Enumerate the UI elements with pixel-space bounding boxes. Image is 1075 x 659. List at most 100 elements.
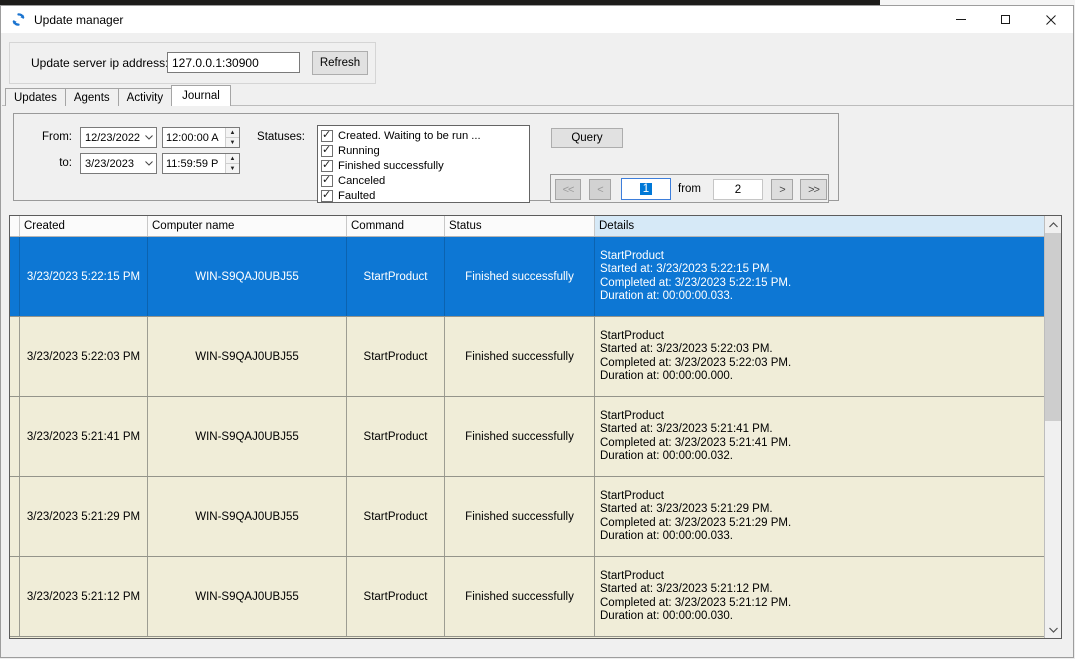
cell-command[interactable]: StartProduct [347,397,445,476]
details-line: Duration at: 00:00:00.033. [600,530,733,543]
refresh-button[interactable]: Refresh [312,51,368,75]
cell-created[interactable]: 3/23/2023 5:22:15 PM [20,237,148,316]
vertical-scrollbar[interactable] [1044,216,1061,638]
status-item-faulted[interactable]: ✓ Faulted [321,188,526,203]
table-row[interactable]: 3/23/2023 5:21:29 PM WIN-S9QAJ0UBJ55 Sta… [10,477,1044,557]
row-header-cell[interactable] [10,557,20,636]
tab-activity[interactable]: Activity [118,88,172,106]
from-date-picker[interactable]: 12/23/2022 [80,127,157,148]
window-title: Update manager [34,13,123,27]
checkbox-checked-icon[interactable]: ✓ [321,145,333,157]
details-line: Started at: 3/23/2023 5:22:03 PM. [600,343,773,356]
table-row[interactable]: 3/23/2023 5:21:41 PM WIN-S9QAJ0UBJ55 Sta… [10,397,1044,477]
column-header-details[interactable]: Details [595,216,1044,236]
cell-status[interactable]: Finished successfully [445,317,595,396]
next-page-button[interactable]: > [771,179,793,200]
tab-updates[interactable]: Updates [5,88,66,106]
checkmark-icon: ✓ [322,128,331,141]
column-header-status[interactable]: Status [445,216,595,236]
server-address-input[interactable] [167,52,300,73]
spin-down-icon[interactable]: ▼ [226,138,239,147]
status-item-created[interactable]: ✓ Created. Waiting to be run ... [321,128,526,143]
status-item-label: Faulted [338,190,375,202]
row-header-cell[interactable] [10,397,20,476]
row-header-cell[interactable] [10,237,20,316]
chevron-down-icon[interactable] [141,135,156,140]
details-line: StartProduct [600,330,664,343]
details-line: Completed at: 3/23/2023 5:21:12 PM. [600,597,791,610]
row-header-cell[interactable] [10,317,20,396]
spin-up-icon[interactable]: ▲ [226,128,239,138]
to-date-picker[interactable]: 3/23/2023 [80,153,157,174]
cell-details[interactable]: StartProduct Started at: 3/23/2023 5:21:… [595,477,1044,556]
checkmark-icon: ✓ [322,143,331,156]
scrollbar-thumb[interactable] [1045,233,1062,421]
last-page-button[interactable]: >> [800,179,827,200]
chevron-down-icon[interactable] [141,161,156,166]
maximize-button[interactable] [983,6,1028,33]
cell-details[interactable]: StartProduct Started at: 3/23/2023 5:22:… [595,237,1044,316]
cell-command[interactable]: StartProduct [347,317,445,396]
from-time-spinner[interactable]: 12:00:00 A ▲ ▼ [162,127,240,148]
cell-computer-name[interactable]: WIN-S9QAJ0UBJ55 [148,477,347,556]
column-header-computer-name[interactable]: Computer name [148,216,347,236]
cell-details[interactable]: StartProduct Started at: 3/23/2023 5:22:… [595,317,1044,396]
close-icon [1046,15,1056,25]
cell-status[interactable]: Finished successfully [445,477,595,556]
cell-details[interactable]: StartProduct Started at: 3/23/2023 5:21:… [595,397,1044,476]
cell-created[interactable]: 3/23/2023 5:21:12 PM [20,557,148,636]
spin-up-icon[interactable]: ▲ [226,154,239,164]
spin-down-icon[interactable]: ▼ [226,164,239,173]
cell-created[interactable]: 3/23/2023 5:21:41 PM [20,397,148,476]
to-time-spinner[interactable]: 11:59:59 P ▲ ▼ [162,153,240,174]
scroll-down-button[interactable] [1045,621,1062,638]
close-button[interactable] [1028,6,1073,33]
status-item-running[interactable]: ✓ Running [321,143,526,158]
query-button[interactable]: Query [551,128,623,148]
scroll-up-button[interactable] [1045,216,1062,233]
table-row[interactable]: 3/23/2023 5:22:03 PM WIN-S9QAJ0UBJ55 Sta… [10,317,1044,397]
to-date-value: 3/23/2023 [81,158,141,170]
cell-command[interactable]: StartProduct [347,477,445,556]
cell-command[interactable]: StartProduct [347,237,445,316]
server-address-label: Update server ip address: [31,56,168,70]
row-header-cell[interactable] [10,477,20,556]
status-item-label: Created. Waiting to be run ... [338,130,481,142]
current-page-value: 1 [640,183,652,195]
column-header-created[interactable]: Created [20,216,148,236]
server-address-groupbox: Update server ip address: Refresh [9,42,376,84]
status-item-canceled[interactable]: ✓ Canceled [321,173,526,188]
checkbox-checked-icon[interactable]: ✓ [321,175,333,187]
column-header-command[interactable]: Command [347,216,445,236]
cell-command[interactable]: StartProduct [347,557,445,636]
cell-status[interactable]: Finished successfully [445,237,595,316]
total-pages-box: 2 [713,179,763,200]
journal-grid: Created Computer name Command Status Det… [9,215,1062,639]
first-page-button[interactable]: << [555,179,581,200]
cell-computer-name[interactable]: WIN-S9QAJ0UBJ55 [148,237,347,316]
cell-computer-name[interactable]: WIN-S9QAJ0UBJ55 [148,557,347,636]
checkbox-checked-icon[interactable]: ✓ [321,190,333,202]
current-page-input[interactable]: 1 [621,178,671,200]
table-row[interactable]: 3/23/2023 5:21:12 PM WIN-S9QAJ0UBJ55 Sta… [10,557,1044,637]
details-line: Duration at: 00:00:00.033. [600,290,733,303]
prev-page-button[interactable]: < [589,179,611,200]
checkbox-checked-icon[interactable]: ✓ [321,160,333,172]
cell-created[interactable]: 3/23/2023 5:22:03 PM [20,317,148,396]
minimize-button[interactable] [938,6,983,33]
status-item-finished[interactable]: ✓ Finished successfully [321,158,526,173]
checkmark-icon: ✓ [322,173,331,186]
tab-journal[interactable]: Journal [171,85,231,106]
cell-status[interactable]: Finished successfully [445,557,595,636]
cell-computer-name[interactable]: WIN-S9QAJ0UBJ55 [148,397,347,476]
cell-computer-name[interactable]: WIN-S9QAJ0UBJ55 [148,317,347,396]
cell-details[interactable]: StartProduct Started at: 3/23/2023 5:21:… [595,557,1044,636]
tab-agents[interactable]: Agents [65,88,119,106]
cell-status[interactable]: Finished successfully [445,397,595,476]
pages-from-label: from [678,183,701,195]
titlebar: Update manager [1,6,1073,33]
checkbox-checked-icon[interactable]: ✓ [321,130,333,142]
cell-created[interactable]: 3/23/2023 5:21:29 PM [20,477,148,556]
table-row[interactable]: 3/23/2023 5:22:15 PM WIN-S9QAJ0UBJ55 Sta… [10,237,1044,317]
details-line: Started at: 3/23/2023 5:22:15 PM. [600,263,773,276]
